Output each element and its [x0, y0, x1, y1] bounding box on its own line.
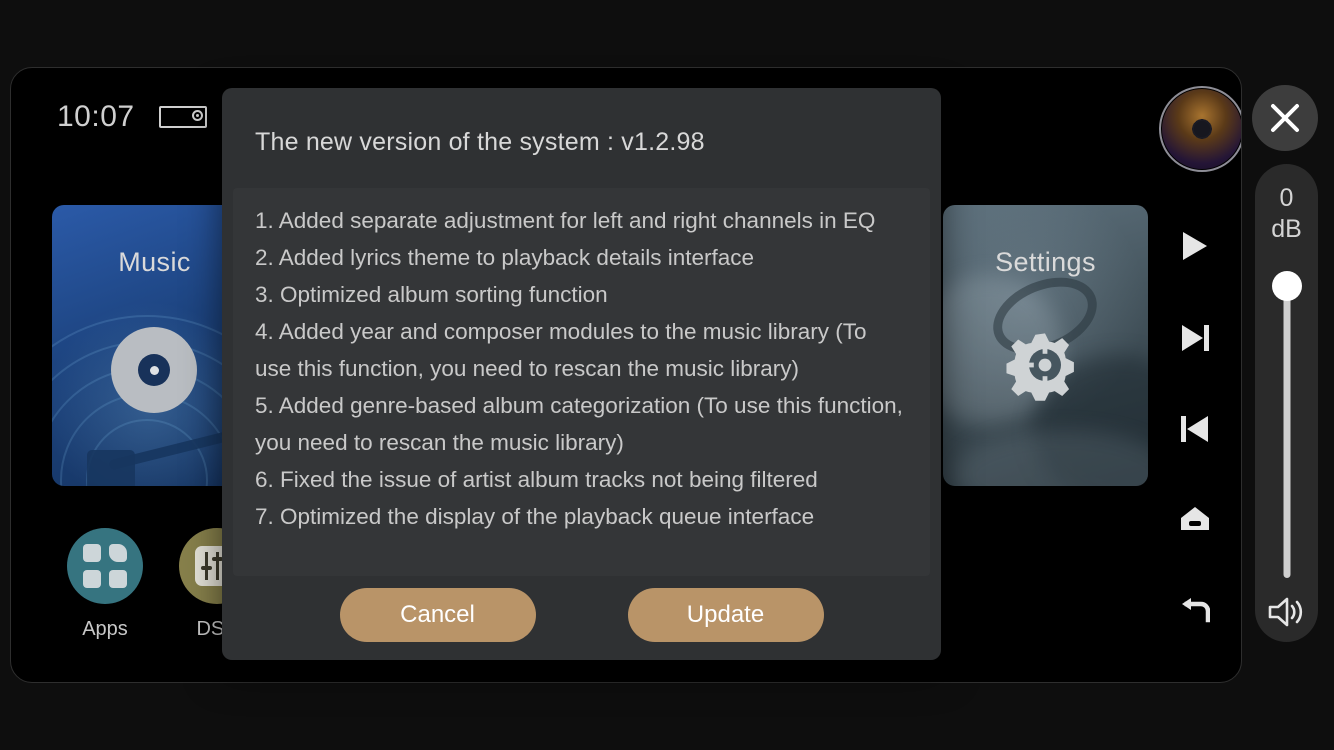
system-update-dialog: The new version of the system : v1.2.98 … [222, 88, 941, 660]
tile-settings-label: Settings [995, 247, 1096, 277]
changelog-item: 6. Fixed the issue of artist album track… [255, 467, 818, 492]
changelog-item: 7. Optimized the display of the playback… [255, 504, 815, 529]
update-button[interactable]: Update [627, 588, 824, 642]
changelog-item: 2. Added lyrics theme to playback detail… [255, 245, 755, 270]
volume-value: 0 [1279, 184, 1294, 212]
transport-rail [1149, 68, 1241, 682]
next-track-button[interactable] [1149, 312, 1241, 364]
changelog-item: 3. Optimized album sorting function [255, 282, 608, 307]
close-icon [1271, 104, 1299, 132]
changelog-list: 1. Added separate adjustment for left an… [233, 188, 930, 535]
previous-track-icon [1181, 416, 1208, 442]
changelog-item: 5. Added genre-based album categorizatio… [255, 393, 903, 455]
volume-panel[interactable]: 0 dB [1255, 164, 1318, 642]
volume-unit: dB [1271, 215, 1302, 243]
gear-icon [1005, 325, 1085, 405]
next-track-icon [1182, 325, 1209, 351]
screen: 10:07 Music Settings Apps DSP 0 dB The n… [0, 0, 1334, 750]
apps-grid-icon [67, 528, 143, 604]
home-button[interactable] [1149, 493, 1241, 545]
vinyl-record-icon [111, 327, 197, 413]
dialog-title: The new version of the system : v1.2.98 [255, 128, 705, 156]
play-icon [1183, 232, 1207, 260]
shortcut-apps-label: Apps [82, 618, 128, 640]
back-arrow-icon [1182, 598, 1210, 623]
settings-blob-decoration [953, 430, 1148, 486]
shortcut-apps[interactable]: Apps [57, 528, 153, 641]
tile-settings[interactable]: Settings [943, 205, 1148, 486]
volume-slider-track[interactable] [1283, 288, 1290, 578]
back-button[interactable] [1149, 584, 1241, 636]
speaker-waves-icon [1268, 597, 1302, 627]
speaker-button[interactable] [1255, 596, 1318, 628]
changelog-item: 4. Added year and composer modules to th… [255, 319, 867, 381]
amplifier-icon [158, 106, 207, 128]
previous-track-button[interactable] [1149, 403, 1241, 455]
changelog-item: 1. Added separate adjustment for left an… [255, 208, 876, 233]
changelog-scroll-area[interactable]: 1. Added separate adjustment for left an… [233, 188, 930, 576]
volume-slider-knob[interactable] [1271, 271, 1302, 301]
dialog-actions: Cancel Update [222, 576, 941, 660]
status-bar: 10:07 [57, 100, 207, 134]
cancel-button[interactable]: Cancel [339, 588, 536, 642]
album-art[interactable] [1159, 86, 1241, 172]
close-button[interactable] [1252, 85, 1318, 151]
play-button[interactable] [1149, 220, 1241, 272]
home-icon [1181, 507, 1209, 530]
clock: 10:07 [57, 100, 135, 133]
